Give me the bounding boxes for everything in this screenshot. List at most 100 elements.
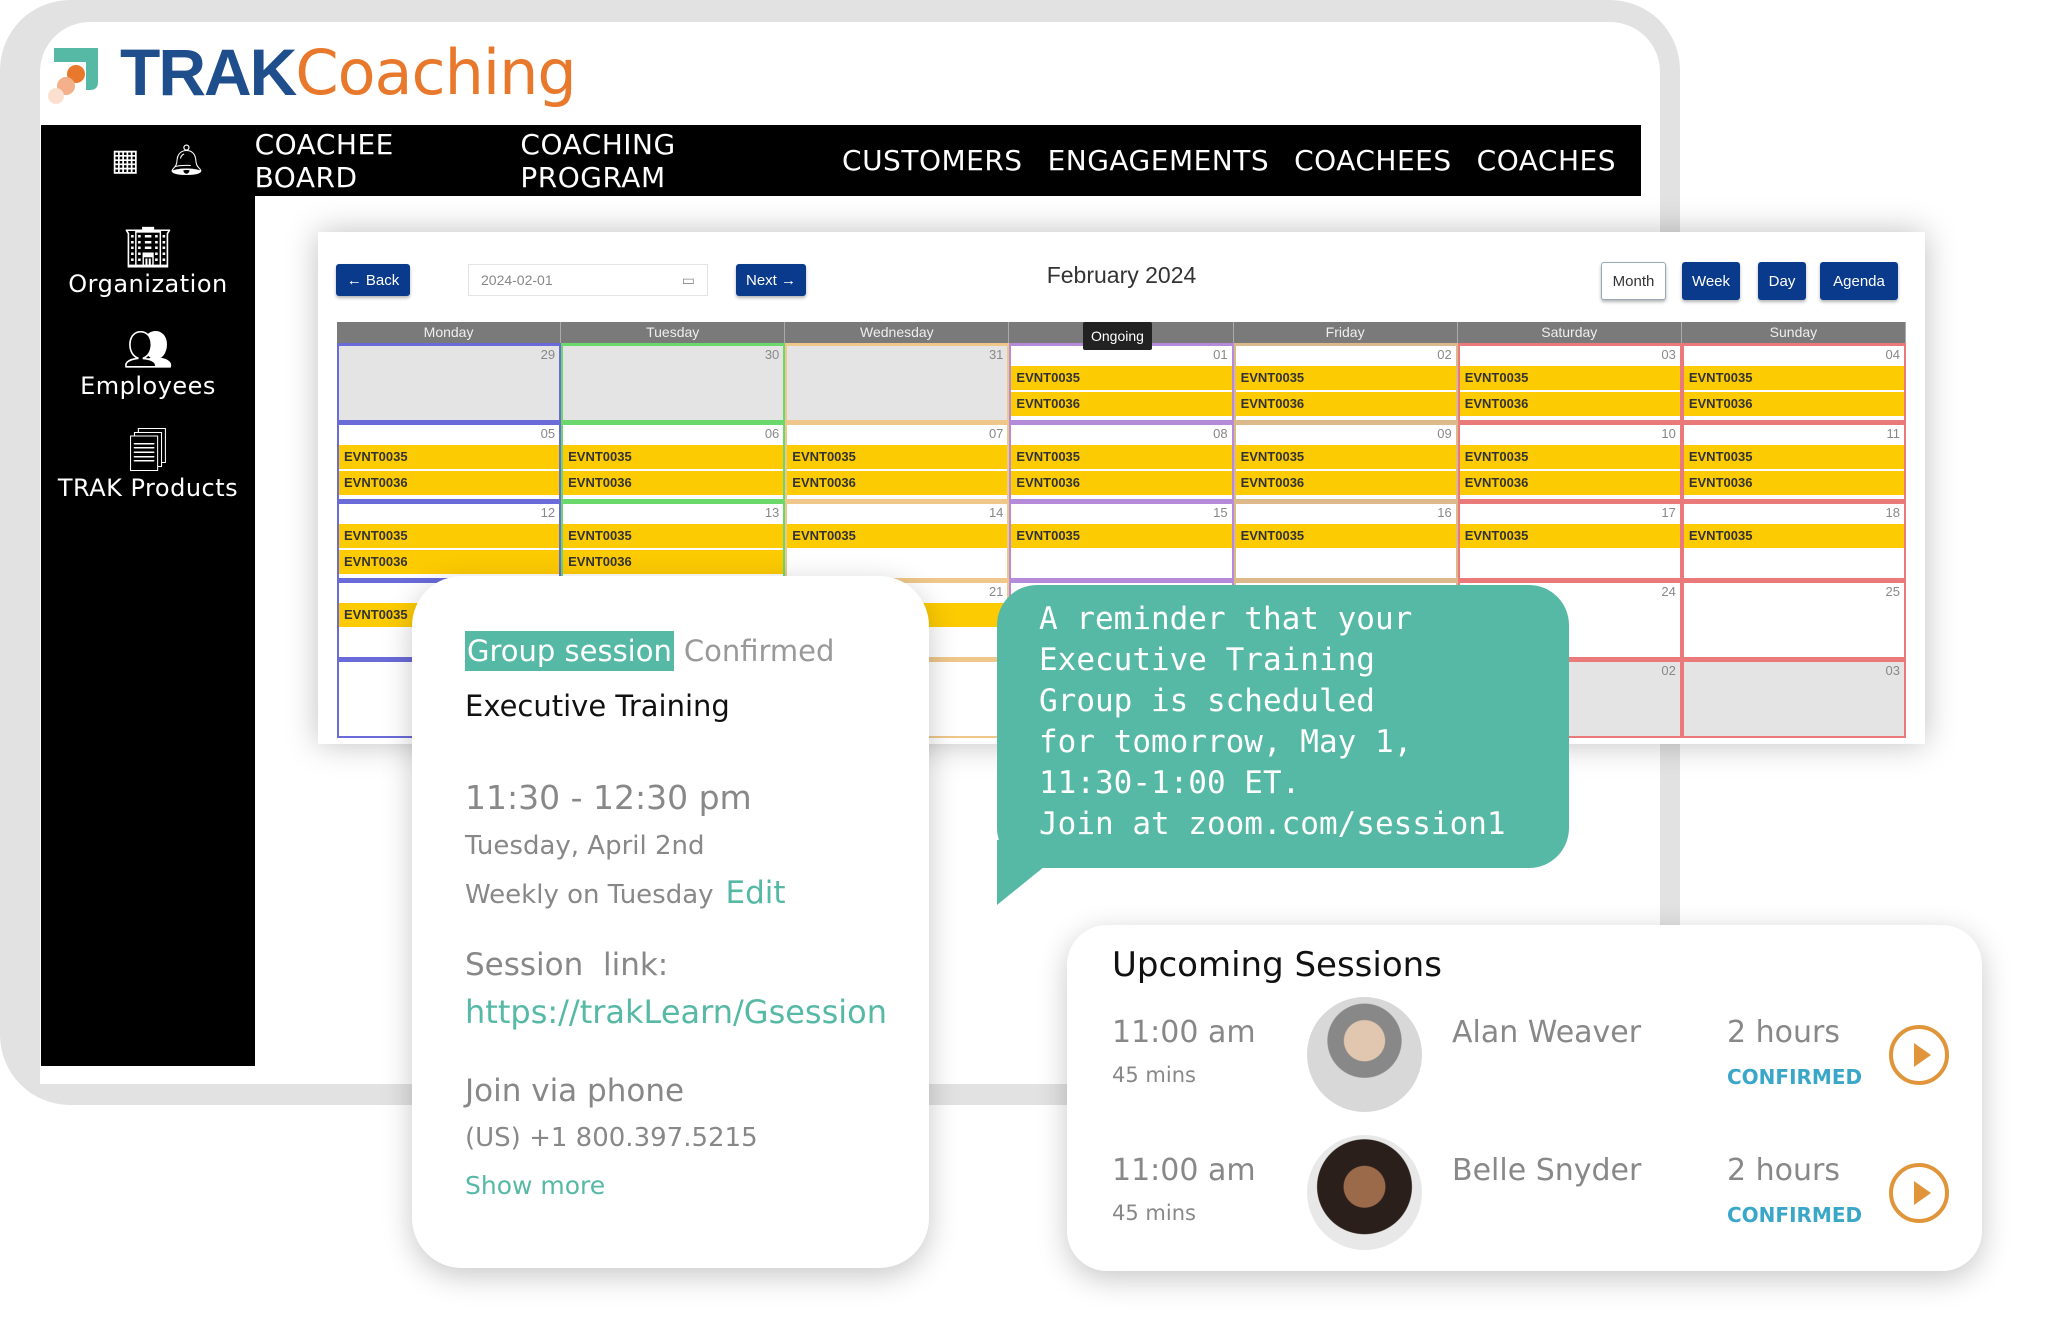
calendar-event[interactable]: EVNT0036 xyxy=(563,550,784,574)
session-link-label: Session link: xyxy=(465,947,669,983)
view-week-button[interactable]: Week xyxy=(1682,262,1740,300)
calendar-event[interactable]: EVNT0035 xyxy=(787,445,1008,469)
calendar-day[interactable]: 30 xyxy=(561,343,786,422)
top-nav: ▦ 🔔︎ COACHEE BOARD COACHING PROGRAM CUSTO… xyxy=(41,125,1641,196)
calendar-event[interactable]: EVNT0035 xyxy=(1235,445,1456,469)
calendar-event[interactable]: EVNT0036 xyxy=(1459,392,1680,416)
calendar-event[interactable]: EVNT0035 xyxy=(1235,524,1456,548)
calendar-event[interactable]: EVNT0035 xyxy=(1683,524,1904,548)
calendar-event[interactable]: EVNT0035 xyxy=(1011,366,1232,390)
day-number: 04 xyxy=(1885,347,1900,362)
calendar-day[interactable]: 13 EVNT0035 EVNT0036 xyxy=(561,501,786,580)
calendar-event[interactable]: EVNT0035 xyxy=(339,445,560,469)
calendar-event[interactable]: EVNT0035 xyxy=(339,524,560,548)
weekday-header: Tuesday xyxy=(561,322,786,343)
play-icon[interactable] xyxy=(1889,1163,1949,1223)
calendar-day[interactable]: 29 xyxy=(337,343,562,422)
session-row[interactable]: 11:00 am 45 mins Belle Snyder 2 hours CO… xyxy=(1112,1135,1949,1250)
calendar-event[interactable]: EVNT0036 xyxy=(1235,392,1456,416)
calendar-day[interactable]: 31 xyxy=(785,343,1010,422)
calendar-event[interactable]: EVNT0036 xyxy=(339,550,560,574)
calendar-event[interactable]: EVNT0036 xyxy=(339,471,560,495)
calendar-event[interactable]: EVNT0035 xyxy=(1459,524,1680,548)
edit-link[interactable]: Edit xyxy=(726,875,786,911)
calendar-week: 12 EVNT0035 EVNT0036 13 EVNT0035 EVNT0036 14 EV… xyxy=(337,501,1906,580)
calendar-day[interactable]: 05 EVNT0035 EVNT0036 xyxy=(337,422,562,501)
calendar-day[interactable]: 17 EVNT0035 xyxy=(1457,501,1682,580)
calendar-day[interactable]: 03 xyxy=(1681,659,1906,738)
sidebar-item-organization[interactable]: 🏢︎ Organization xyxy=(41,226,255,298)
calendar-event[interactable]: EVNT0035 xyxy=(1235,366,1456,390)
calendar-event[interactable]: EVNT0035 xyxy=(1011,524,1232,548)
calendar-day[interactable]: 25 xyxy=(1681,580,1906,659)
view-month-button[interactable]: Month xyxy=(1601,262,1666,300)
view-day-button[interactable]: Day xyxy=(1758,262,1806,300)
calendar-event[interactable]: EVNT0035 xyxy=(563,445,784,469)
calendar-event[interactable]: EVNT0035 xyxy=(1683,366,1904,390)
calendar-event[interactable]: EVNT0036 xyxy=(1011,392,1232,416)
session-duration: 45 mins xyxy=(1112,1063,1196,1087)
calendar-day[interactable]: 12 EVNT0035 EVNT0036 xyxy=(337,501,562,580)
calendar-event[interactable]: EVNT0036 xyxy=(1459,471,1680,495)
calendar-day[interactable]: 09 EVNT0035 EVNT0036 xyxy=(1233,422,1458,501)
weekday-header: Wednesday xyxy=(785,322,1010,343)
day-number: 25 xyxy=(1885,584,1900,599)
calendar-event[interactable]: EVNT0035 xyxy=(1011,445,1232,469)
day-number: 24 xyxy=(1661,584,1676,599)
calendar-day[interactable]: 10 EVNT0035 EVNT0036 xyxy=(1457,422,1682,501)
calendar-day[interactable]: 16 EVNT0035 xyxy=(1233,501,1458,580)
nav-engagements[interactable]: ENGAGEMENTS xyxy=(1048,144,1270,177)
calendar-event[interactable]: EVNT0036 xyxy=(563,471,784,495)
bell-icon[interactable]: 🔔︎ xyxy=(167,143,205,178)
day-number: 05 xyxy=(540,426,556,441)
calendar-day[interactable]: 07 EVNT0035 EVNT0036 xyxy=(785,422,1010,501)
calendar-day[interactable]: 01 EVNT0035 EVNT0036 xyxy=(1009,343,1234,422)
calendar-day[interactable]: 03 EVNT0035 EVNT0036 xyxy=(1457,343,1682,422)
day-number: 02 xyxy=(1661,663,1676,678)
nav-coaches[interactable]: COACHES xyxy=(1477,144,1616,177)
calendar-event[interactable]: EVNT0036 xyxy=(1011,471,1232,495)
session-link[interactable]: https://trakLearn/Gsession xyxy=(465,993,929,1031)
nav-coachees[interactable]: COACHEES xyxy=(1294,144,1452,177)
show-more-link[interactable]: Show more xyxy=(465,1171,929,1200)
calendar-event[interactable]: EVNT0036 xyxy=(1235,471,1456,495)
nav-coaching-program[interactable]: COACHING PROGRAM xyxy=(520,128,817,194)
play-icon[interactable] xyxy=(1889,1025,1949,1085)
apps-grid-icon[interactable]: ▦ xyxy=(111,143,139,178)
calendar-event[interactable]: EVNT0035 xyxy=(563,524,784,548)
view-agenda-button[interactable]: Agenda xyxy=(1820,262,1898,300)
nav-customers[interactable]: CUSTOMERS xyxy=(842,144,1023,177)
calendar-day[interactable]: 11 EVNT0035 EVNT0036 xyxy=(1681,422,1906,501)
session-row[interactable]: 11:00 am 45 mins Alan Weaver 2 hours CON… xyxy=(1112,997,1949,1112)
calendar-day[interactable]: 15 EVNT0035 xyxy=(1009,501,1234,580)
calendar-event[interactable]: EVNT0036 xyxy=(1683,392,1904,416)
calendar-day[interactable]: 14 EVNT0035 xyxy=(785,501,1010,580)
day-number: 13 xyxy=(764,505,780,520)
calendar-event[interactable]: EVNT0036 xyxy=(1683,471,1904,495)
calendar-event[interactable]: EVNT0035 xyxy=(1683,445,1904,469)
calendar-day[interactable]: 18 EVNT0035 xyxy=(1681,501,1906,580)
day-number: 08 xyxy=(1213,426,1228,441)
calendar-week: 29 30 31 01 EVNT0035 EVNT0036 02 EVNT0035 EVNT00… xyxy=(337,343,1906,422)
day-number: 02 xyxy=(1437,347,1452,362)
sidebar-item-employees[interactable]: 👥︎ Employees xyxy=(41,328,255,400)
session-time: 11:30 - 12:30 pm xyxy=(465,778,752,817)
calendar-day[interactable]: 06 EVNT0035 EVNT0036 xyxy=(561,422,786,501)
status-badge: CONFIRMED xyxy=(1727,1203,1863,1227)
calendar-day[interactable]: 02 EVNT0035 EVNT0036 xyxy=(1233,343,1458,422)
calendar-day[interactable]: 08 EVNT0035 EVNT0036 xyxy=(1009,422,1234,501)
nav-coachee-board[interactable]: COACHEE BOARD xyxy=(255,128,496,194)
day-number: 09 xyxy=(1437,426,1452,441)
session-details-card: Group session Confirmed Executive Trainin… xyxy=(412,576,929,1268)
calendar-event[interactable]: EVNT0036 xyxy=(787,471,1008,495)
session-status: Confirmed xyxy=(683,634,835,668)
day-number: 12 xyxy=(540,505,556,520)
upcoming-sessions-card: Upcoming Sessions 11:00 am 45 mins Alan … xyxy=(1067,925,1982,1271)
calendar-event[interactable]: EVNT0035 xyxy=(1459,445,1680,469)
calendar-day[interactable]: 04 EVNT0035 EVNT0036 xyxy=(1681,343,1906,422)
brand-logo: TRAK Coaching xyxy=(46,35,577,109)
calendar-event[interactable]: EVNT0035 xyxy=(1459,366,1680,390)
day-number: 07 xyxy=(988,426,1004,441)
calendar-event[interactable]: EVNT0035 xyxy=(787,524,1008,548)
sidebar-item-trak-products[interactable]: 🗐 TRAK Products xyxy=(41,430,255,502)
